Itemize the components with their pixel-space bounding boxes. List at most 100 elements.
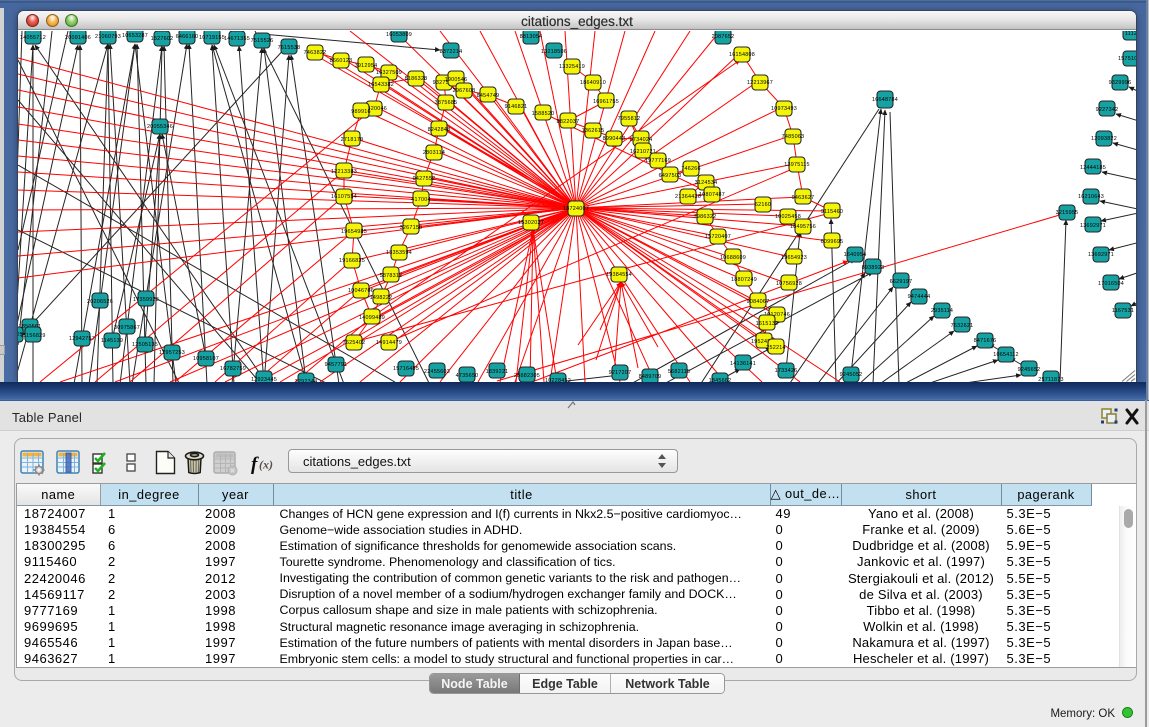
svg-text:6466160: 6466160: [176, 34, 199, 40]
svg-text:12505135: 12505135: [132, 342, 158, 348]
svg-text:8660123: 8660123: [330, 58, 353, 64]
svg-text:8822037: 8822037: [557, 119, 580, 125]
svg-text:62160: 62160: [755, 202, 771, 208]
svg-text:13353594: 13353594: [386, 250, 412, 256]
svg-text:417004: 417004: [411, 197, 431, 203]
svg-text:13218506: 13218506: [541, 49, 567, 55]
svg-text:16154808: 16154808: [729, 52, 755, 58]
svg-text:14099489: 14099489: [359, 315, 385, 321]
svg-text:25882305: 25882305: [514, 373, 540, 379]
svg-text:1362615: 1362615: [582, 128, 605, 134]
svg-text:14055712: 14055712: [20, 35, 46, 41]
svg-text:22455603: 22455603: [424, 369, 450, 375]
svg-text:2803114: 2803114: [423, 150, 445, 156]
svg-text:20206526: 20206526: [87, 299, 113, 305]
svg-text:989916: 989916: [351, 109, 371, 115]
svg-text:8454749: 8454749: [477, 93, 500, 99]
svg-text:1733426: 1733426: [775, 368, 798, 374]
svg-text:9245652: 9245652: [1018, 367, 1041, 373]
svg-text:3267150: 3267150: [400, 225, 423, 231]
svg-text:1588520: 1588520: [532, 111, 555, 117]
svg-text:6629197: 6629197: [890, 279, 913, 285]
svg-text:3875685: 3875685: [435, 100, 458, 106]
svg-text:12213383: 12213383: [331, 169, 357, 175]
svg-text:15302027: 15302027: [518, 220, 544, 226]
svg-text:13692971: 13692971: [1080, 223, 1106, 229]
svg-text:18807249: 18807249: [731, 277, 757, 283]
svg-text:3124534: 3124534: [695, 180, 718, 186]
svg-text:10756928: 10756928: [776, 281, 802, 287]
svg-text:16107554: 16107554: [331, 194, 357, 200]
svg-text:2967608: 2967608: [453, 88, 476, 94]
svg-text:14914479: 14914479: [376, 340, 402, 346]
svg-text:1498222: 1498222: [370, 295, 393, 301]
svg-text:18724007: 18724007: [563, 206, 589, 212]
svg-text:19166825: 19166825: [339, 258, 365, 264]
svg-text:15751074: 15751074: [1118, 56, 1136, 62]
svg-text:1527602: 1527602: [151, 36, 174, 42]
svg-text:1112: 1112: [1125, 31, 1136, 37]
svg-text:3912954: 3912954: [355, 63, 378, 69]
svg-text:5682115: 5682115: [668, 369, 690, 375]
svg-text:3215955: 3215955: [1056, 210, 1079, 216]
svg-text:9329996: 9329996: [1109, 80, 1132, 86]
svg-text:10688609: 10688609: [720, 255, 746, 261]
svg-text:6497503: 6497503: [659, 173, 682, 179]
svg-text:21060793: 21060793: [95, 34, 121, 40]
svg-text:21364436: 21364436: [675, 194, 701, 200]
svg-text:7463822: 7463822: [304, 50, 327, 56]
svg-text:10653287: 10653287: [122, 33, 148, 39]
svg-text:(x): (x): [259, 458, 273, 472]
svg-text:17957253: 17957253: [159, 350, 185, 356]
svg-text:12093822: 12093822: [1091, 136, 1117, 142]
svg-text:16782759: 16782759: [220, 366, 246, 372]
svg-text:19654923: 19654923: [781, 255, 807, 261]
svg-text:10958107: 10958107: [193, 356, 219, 362]
svg-text:10719155: 10719155: [199, 35, 225, 41]
svg-text:10973493: 10973493: [771, 106, 797, 112]
svg-text:16961755: 16961755: [593, 99, 619, 105]
svg-text:1145139: 1145139: [101, 338, 123, 344]
svg-text:10807487: 10807487: [699, 192, 725, 198]
svg-text:16543382: 16543382: [368, 82, 394, 88]
svg-text:9227342: 9227342: [1096, 107, 1119, 113]
svg-text:1615132: 1615132: [756, 321, 779, 327]
svg-text:9463627: 9463627: [792, 195, 815, 201]
svg-text:30975867: 30975867: [114, 325, 140, 331]
svg-text:8813054: 8813054: [520, 34, 543, 40]
svg-text:17359928: 17359928: [133, 297, 159, 303]
svg-text:9457791: 9457791: [325, 362, 348, 368]
svg-text:15720407: 15720407: [705, 234, 731, 240]
svg-text:4735650: 4735650: [456, 373, 479, 379]
svg-text:20055346: 20055346: [147, 124, 173, 130]
svg-text:1839221: 1839221: [486, 369, 509, 375]
svg-text:12213967: 12213967: [747, 80, 773, 86]
svg-text:9217207: 9217207: [609, 370, 632, 376]
svg-text:10654112: 10654112: [993, 352, 1019, 358]
svg-text:16648784: 16648784: [872, 97, 898, 103]
svg-text:13325419: 13325419: [559, 64, 585, 70]
svg-text:16210643: 16210643: [1078, 194, 1104, 200]
svg-text:9427552: 9427552: [413, 176, 436, 182]
svg-text:13975115: 13975115: [784, 162, 810, 168]
svg-text:9084067: 9084067: [747, 299, 770, 305]
svg-text:1640954: 1640954: [844, 252, 867, 258]
svg-text:7485063: 7485063: [782, 134, 805, 140]
svg-text:2718179: 2718179: [341, 137, 364, 143]
svg-text:9146821: 9146821: [505, 104, 528, 110]
svg-text:12444185: 12444185: [1080, 165, 1106, 171]
svg-text:10046766: 10046766: [348, 288, 374, 294]
svg-text:18640910: 18640910: [580, 80, 606, 86]
svg-text:8489709: 8489709: [639, 374, 662, 380]
svg-text:6099695: 6099695: [821, 239, 844, 245]
svg-text:7955812: 7955812: [618, 116, 641, 122]
svg-text:f: f: [251, 454, 259, 475]
svg-text:11156829: 11156829: [20, 333, 45, 339]
svg-text:8938923: 8938923: [862, 265, 885, 271]
svg-text:19384554: 19384554: [606, 272, 632, 278]
svg-text:7986322: 7986322: [694, 214, 717, 220]
svg-text:1167531: 1167531: [1112, 308, 1134, 314]
svg-text:252214: 252214: [766, 345, 786, 351]
svg-text:8242848: 8242848: [428, 127, 451, 133]
svg-text:17016504: 17016504: [1098, 281, 1124, 287]
